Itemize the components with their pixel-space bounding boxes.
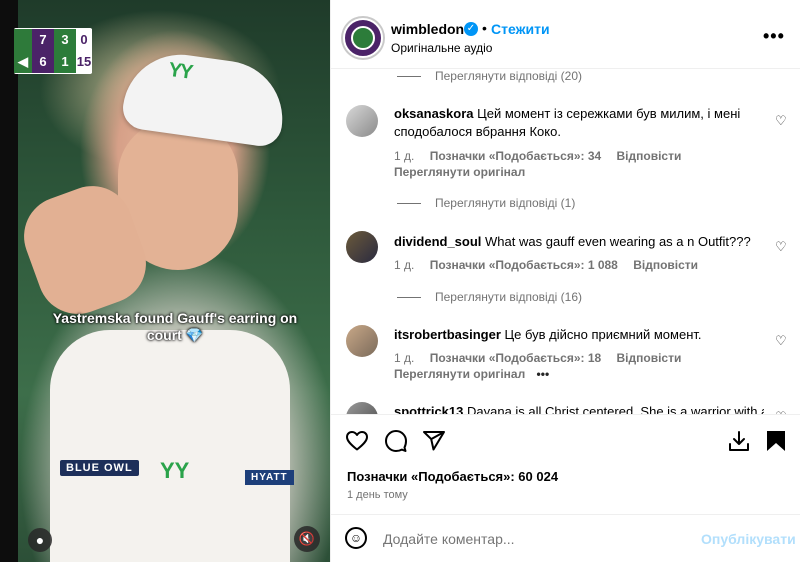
serve-indicator <box>14 29 32 51</box>
avatar[interactable] <box>343 18 383 58</box>
comment-likes[interactable]: Позначки «Подобається»: 34 <box>430 149 601 163</box>
set2-score: 1 <box>54 51 76 73</box>
see-original-button[interactable]: Переглянути оригінал <box>394 165 525 179</box>
comment-text: itsrobertbasinger Це був дійсно приємний… <box>394 327 702 342</box>
comment-username[interactable]: spottrick13 <box>394 404 463 414</box>
likes-count[interactable]: Позначки «Подобається»: 60 024 <box>347 469 558 484</box>
set1-score: 6 <box>32 51 54 73</box>
audio-link[interactable]: Оригінальне аудіо <box>391 41 492 55</box>
like-heart-icon[interactable] <box>345 429 369 453</box>
view-replies-button[interactable]: Переглянути відповіді (16) <box>397 290 582 304</box>
reply-button[interactable]: Відповісти <box>617 351 682 365</box>
score-row: 7 3 0 <box>14 29 92 51</box>
avatar[interactable] <box>346 105 378 137</box>
comment-username[interactable]: itsrobertbasinger <box>394 327 501 342</box>
download-icon[interactable] <box>727 429 751 453</box>
reel-video[interactable]: YY BLUE OWL YY HYATT 7 3 0 ◀ 6 1 15 Yast… <box>0 0 330 562</box>
heart-icon[interactable]: ♡ <box>775 113 787 129</box>
points-score: 0 <box>76 29 92 51</box>
reply-button[interactable]: Відповісти <box>633 258 698 272</box>
set1-score: 7 <box>32 29 54 51</box>
post-button[interactable]: Опублікувати <box>701 531 796 547</box>
sponsor-logo: HYATT <box>245 470 294 485</box>
heart-icon[interactable]: ♡ <box>775 239 787 255</box>
comment-composer: ☺ Опублікувати <box>331 514 800 563</box>
view-replies-button[interactable]: Переглянути відповіді (20) <box>397 69 582 83</box>
post-modal: YY BLUE OWL YY HYATT 7 3 0 ◀ 6 1 15 Yast… <box>0 0 800 562</box>
video-caption: Yastremska found Gauff's earring on cour… <box>52 310 298 343</box>
avatar[interactable] <box>346 402 378 414</box>
comment-time[interactable]: 1 д. <box>394 258 414 272</box>
comment-likes[interactable]: Позначки «Подобається»: 1 088 <box>430 258 618 272</box>
avatar[interactable] <box>346 231 378 263</box>
comment-text: oksanaskora Цей момент із сережками був … <box>394 106 741 139</box>
comment-time[interactable]: 1 д. <box>394 351 414 365</box>
post-header: wimbledon ✓ • Стежити Оригінальне аудіо … <box>331 4 800 69</box>
heart-icon[interactable]: ♡ <box>775 333 787 349</box>
comment-username[interactable]: dividend_soul <box>394 234 481 249</box>
share-icon[interactable] <box>422 429 446 453</box>
separator-dot: • <box>482 20 487 36</box>
see-original-button[interactable]: Переглянути оригінал ••• <box>394 367 549 381</box>
comment-likes[interactable]: Позначки «Подобається»: 18 <box>430 351 601 365</box>
post-time[interactable]: 1 день тому <box>347 489 408 501</box>
comment-input[interactable] <box>383 529 683 549</box>
scoreboard: 7 3 0 ◀ 6 1 15 <box>14 28 92 74</box>
avatar[interactable] <box>346 325 378 357</box>
brand-logo: YY <box>160 458 190 483</box>
reply-button[interactable]: Відповісти <box>617 149 682 163</box>
comment-username[interactable]: oksanaskora <box>394 106 474 121</box>
more-options-icon[interactable]: ••• <box>763 26 785 47</box>
comment-text: dividend_soul What was gauff even wearin… <box>394 234 751 249</box>
comments-list[interactable]: Переглянути відповіді (20) oksanaskora Ц… <box>331 69 800 414</box>
follow-button[interactable]: Стежити <box>491 21 550 37</box>
comment-text: spottrick13 Dayana is all Christ centere… <box>394 403 764 414</box>
comment-icon[interactable] <box>384 429 408 453</box>
set2-score: 3 <box>54 29 76 51</box>
more-options-icon[interactable]: ••• <box>537 367 550 381</box>
post-sidebar: wimbledon ✓ • Стежити Оригінальне аудіо … <box>330 0 800 562</box>
speaker-muted-icon[interactable]: 🔇 <box>294 526 320 552</box>
comment-meta: 1 д. Позначки «Подобається»: 18 Відповіс… <box>394 351 693 365</box>
verified-badge-icon: ✓ <box>464 22 478 36</box>
sponsor-logo: BLUE OWL <box>60 460 139 476</box>
save-bookmark-icon[interactable] <box>765 429 787 453</box>
points-score: 15 <box>76 51 92 73</box>
person-icon[interactable]: ● <box>28 528 52 552</box>
comment-time[interactable]: 1 д. <box>394 149 414 163</box>
view-replies-button[interactable]: Переглянути відповіді (1) <box>397 196 575 210</box>
serve-indicator: ◀ <box>14 51 32 73</box>
emoji-icon[interactable]: ☺ <box>345 527 367 549</box>
post-actions: Позначки «Подобається»: 60 024 1 день то… <box>331 414 800 515</box>
player-shirt <box>50 330 290 562</box>
username-link[interactable]: wimbledon <box>391 21 464 37</box>
comment-meta: 1 д. Позначки «Подобається»: 1 088 Відпо… <box>394 258 710 272</box>
score-row: ◀ 6 1 15 <box>14 51 92 73</box>
comment-meta: 1 д. Позначки «Подобається»: 34 Відповіс… <box>394 149 693 163</box>
